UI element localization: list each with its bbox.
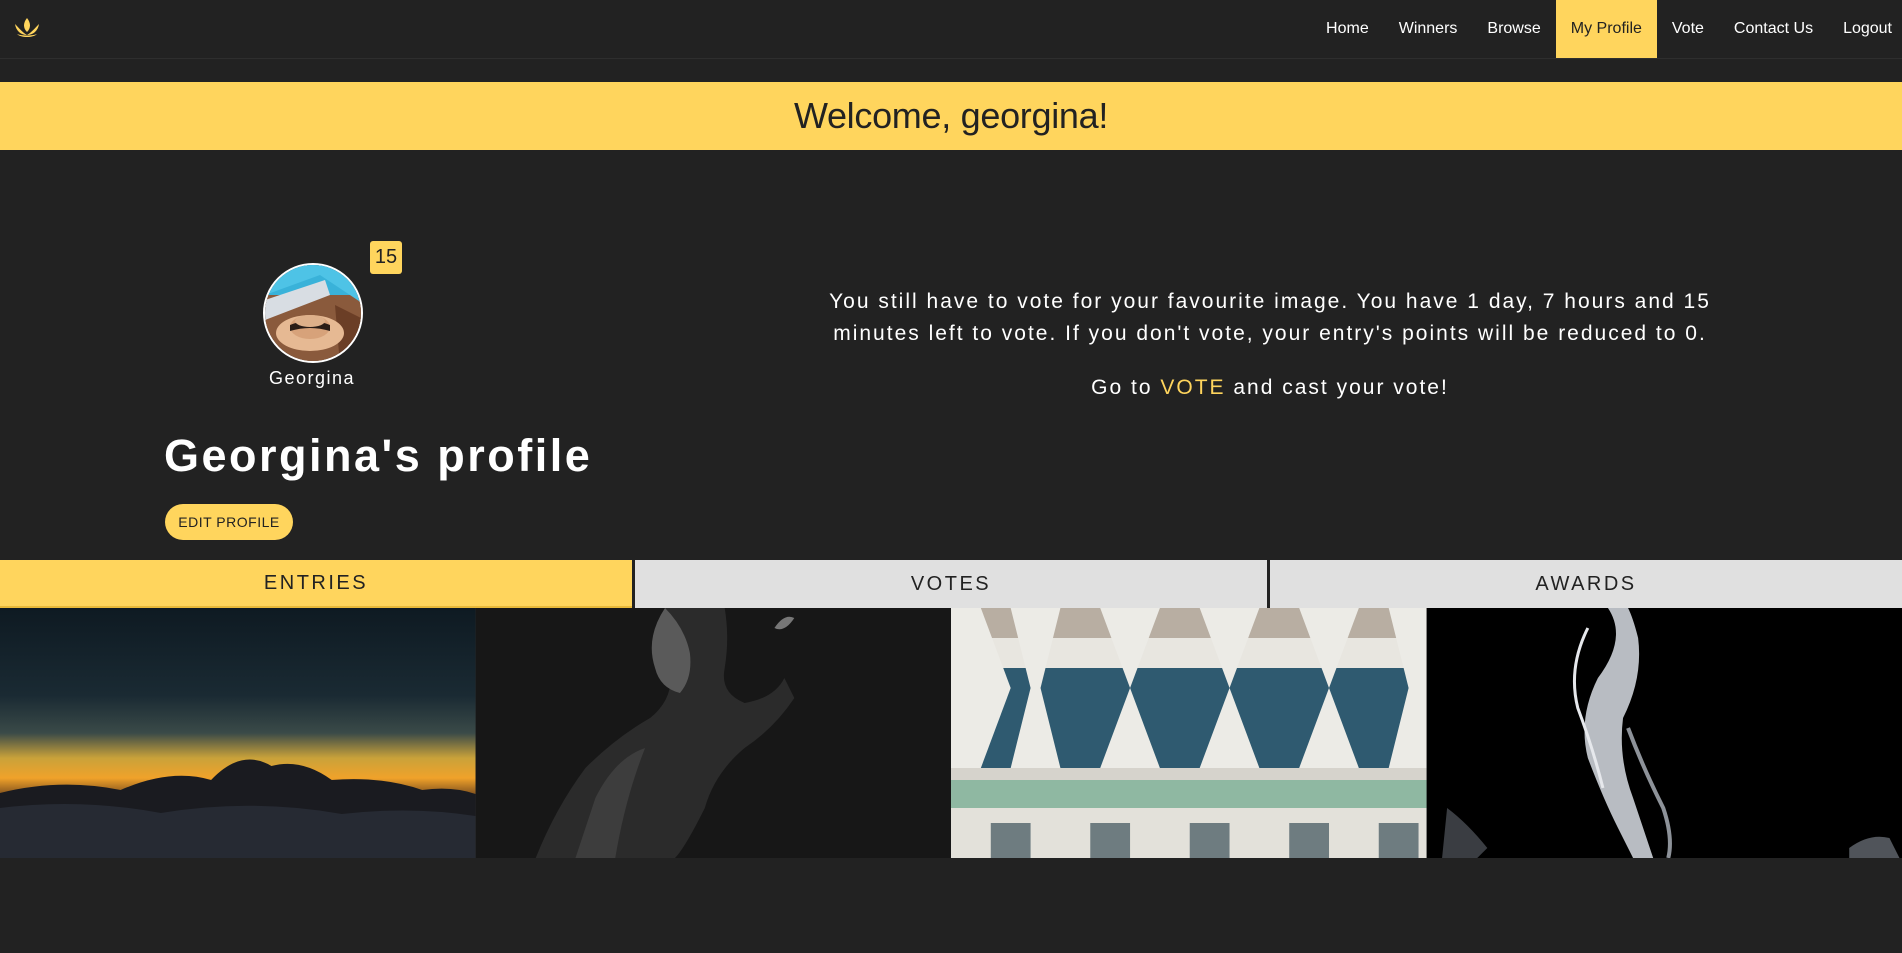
lotus-logo-icon[interactable] [12,14,42,40]
profile-title: Georgina's profile [164,430,593,481]
avatar [263,263,363,363]
username-label: Georgina [268,368,356,388]
nav-links: Home Winners Browse My Profile Vote Cont… [1311,0,1902,58]
entries-gallery [0,608,1902,858]
score-badge: 15 [370,241,402,274]
tab-awards[interactable]: AWARDS [1270,560,1902,608]
nav-my-profile[interactable]: My Profile [1555,0,1657,58]
edit-profile-button[interactable]: EDIT PROFILE [165,504,293,540]
entry-image-water-splash[interactable] [1426,608,1902,858]
nav-browse[interactable]: Browse [1472,0,1555,58]
navbar: Home Winners Browse My Profile Vote Cont… [0,0,1902,59]
nav-logout[interactable]: Logout [1828,0,1902,58]
vote-call-to-action: Go to VOTE and cast your vote! [800,372,1740,404]
nav-home[interactable]: Home [1311,0,1384,58]
tab-entries[interactable]: ENTRIES [0,560,632,608]
nav-contact-us[interactable]: Contact Us [1719,0,1828,58]
entry-image-architecture[interactable] [951,608,1427,858]
page-footer-space [0,858,1902,953]
vote-reminder-message: You still have to vote for your favourit… [829,290,1711,345]
vote-cta-suffix: and cast your vote! [1225,376,1449,399]
profile-tabs: ENTRIES VOTES AWARDS [0,560,1902,608]
nav-vote[interactable]: Vote [1657,0,1719,58]
nav-winners[interactable]: Winners [1384,0,1473,58]
tab-votes[interactable]: VOTES [635,560,1267,608]
entry-image-man-silhouette[interactable] [475,608,951,858]
welcome-banner: Welcome, georgina! [0,82,1902,150]
vote-cta-prefix: Go to [1091,376,1161,399]
welcome-text: Welcome, georgina! [793,95,1109,136]
vote-link[interactable]: VOTE [1160,376,1225,399]
entry-image-sunset-clouds[interactable] [0,608,476,858]
